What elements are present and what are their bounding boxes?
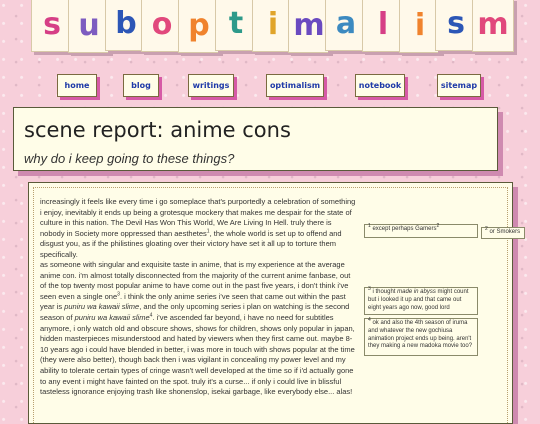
- page-header: scene report: anime cons why do i keep g…: [13, 107, 498, 171]
- sidenote-1: 1 except perhaps Gamers2: [364, 224, 478, 238]
- sidenote-text: i thought: [370, 289, 398, 295]
- footnote-ref-2[interactable]: 2: [436, 223, 439, 229]
- nav-sitemap-button[interactable]: sitemap: [437, 74, 481, 97]
- nav-writings-button[interactable]: writings: [188, 74, 234, 97]
- sidenote-text: ok and also the 4th season of iruma and …: [368, 320, 473, 350]
- anime-title: puniru wa kawaii slime: [74, 312, 150, 322]
- nav-blog-button[interactable]: blog: [123, 74, 159, 97]
- logo-letter-tile: m: [472, 0, 514, 52]
- logo-letter-tile: t: [215, 0, 257, 51]
- logo-letter-tile: p: [178, 0, 220, 53]
- logo-letter-tile: a: [325, 0, 367, 51]
- page-title: scene report: anime cons: [24, 118, 291, 142]
- sidenote-2: 2 or Smokers: [481, 227, 525, 239]
- sidenote-4: 4 ok and also the 4th season of iruma an…: [364, 318, 478, 356]
- sidenote-3: 3 i thought made in abyss might count bu…: [364, 287, 478, 315]
- anime-title: made in abyss: [397, 289, 436, 295]
- logo-letter-tile: m: [288, 0, 330, 53]
- nav-optimalism-button[interactable]: optimalism: [266, 74, 324, 97]
- nav-notebook-button[interactable]: notebook: [355, 74, 405, 97]
- article-paragraph-1: increasingly it feels like every time i …: [40, 197, 358, 261]
- sidenote-text: except perhaps Gamers: [370, 226, 437, 232]
- anime-title: puniru wa kawaii slime: [64, 302, 140, 312]
- logo-letter-tile: l: [362, 0, 404, 52]
- logo-letter-tile: o: [141, 0, 183, 52]
- paragraph-text: . i've ascended far beyond, i have no ne…: [40, 312, 355, 397]
- sidenote-text: or Smokers: [487, 229, 521, 235]
- nav-home-button[interactable]: home: [57, 74, 97, 97]
- logo-letter-tile: s: [435, 0, 477, 51]
- logo-letter-tile: u: [68, 0, 110, 53]
- page-subtitle: why do i keep going to these things?: [24, 151, 235, 166]
- logo-letter-tile: s: [31, 0, 73, 52]
- article-paragraph-2: as someone with singular and exquisite t…: [40, 260, 358, 398]
